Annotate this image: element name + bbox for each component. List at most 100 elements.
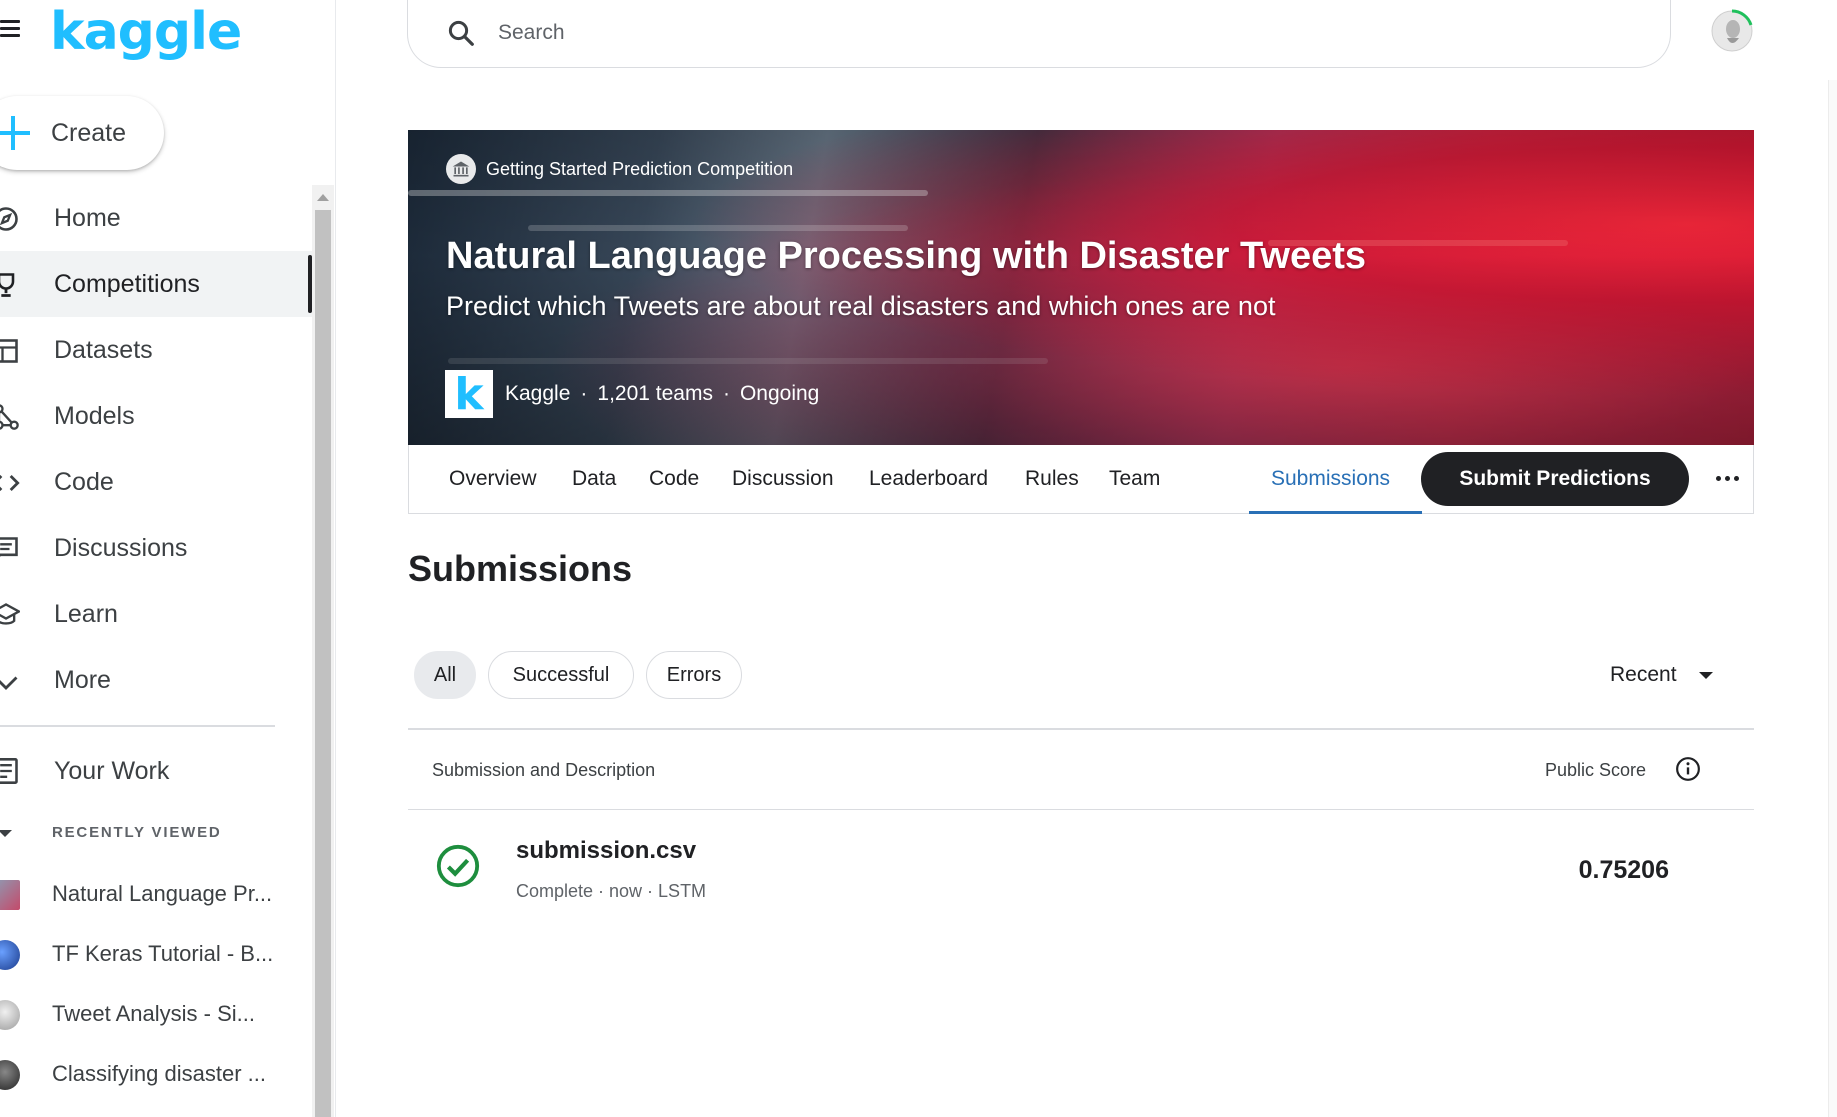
avatar [0,1000,20,1030]
host-logo[interactable]: k [445,369,493,420]
sidebar-item-home[interactable]: Home [0,185,312,251]
competition-type-label: Getting Started Prediction Competition [486,158,794,179]
filter-chip-all[interactable]: All [414,651,476,699]
competition-tabs: Overview Data Code Discussion Leaderboar… [408,445,1754,514]
tab-team[interactable]: Team [1109,445,1160,513]
avatar[interactable] [1709,8,1755,54]
sidebar-item-label: More [54,665,111,694]
column-header-submission: Submission and Description [432,760,656,780]
caret-down-icon [0,830,12,837]
separator: · [580,382,588,405]
table-header: Submission and Description Public Score [408,730,1754,810]
compass-icon [0,207,18,231]
sidebar-scrollbar[interactable] [312,185,334,1117]
recently-viewed-list: Natural Language Pr... TF Keras Tutorial… [0,864,300,1104]
recent-item[interactable]: Classifying disaster ... [0,1044,300,1104]
sidebar-item-more[interactable]: More [0,647,312,713]
menu-icon[interactable] [0,20,22,42]
check-circle-icon [436,844,480,888]
competition-status: Ongoing [739,382,820,405]
scroll-up-icon[interactable] [317,194,329,201]
recent-item[interactable]: Natural Language Pr... [0,864,300,924]
thumbnail-icon [0,940,20,970]
sidebar-item-discussions[interactable]: Discussions [0,515,312,581]
table-icon [0,339,18,363]
sidebar-nav: Home Competitions Datasets Models Code D… [0,185,312,713]
caret-down-icon [1698,671,1713,679]
host-name[interactable]: Kaggle [505,382,570,406]
scrollbar-thumb[interactable] [315,210,331,1117]
sidebar-item-learn[interactable]: Learn [0,581,312,647]
page-scrollbar[interactable] [1828,80,1837,1117]
recent-item-label: TF Keras Tutorial - B... [52,941,274,966]
competition-subtitle: Predict which Tweets are about real disa… [446,291,1276,321]
tab-rules[interactable]: Rules [1025,445,1079,513]
thumbnail-icon [0,880,20,910]
kaggle-logo[interactable]: kaggle [50,2,242,62]
sidebar-item-code[interactable]: Code [0,449,312,515]
competition-banner: Getting Started Prediction Competition N… [408,130,1754,445]
trophy-icon [0,273,15,297]
school-icon [0,603,20,625]
sidebar-item-your-work[interactable]: Your Work [0,738,300,804]
filter-chip-errors[interactable]: Errors [646,651,742,699]
sidebar-item-label: Datasets [54,335,153,364]
sort-label: Recent [1610,663,1677,686]
tab-overview[interactable]: Overview [449,445,537,513]
tab-leaderboard[interactable]: Leaderboard [869,445,988,513]
active-tab-indicator [1249,511,1422,514]
submission-filename[interactable]: submission.csv [516,837,696,865]
bank-icon [446,154,476,184]
sidebar-item-competitions[interactable]: Competitions [0,251,312,317]
column-header-public-score: Public Score [1544,760,1646,780]
sidebar-item-label: Code [54,467,114,496]
models-icon [0,404,19,430]
page-title: Submissions [408,548,633,589]
sidebar-item-label: Models [54,401,135,430]
search-input[interactable] [498,18,1598,48]
avatar [0,1060,20,1090]
recently-viewed-label: RECENTLY VIEWED [52,824,222,841]
competition-title: Natural Language Processing with Disaste… [446,235,1366,277]
recent-item-label: Classifying disaster ... [52,1061,266,1086]
search-icon [448,20,474,46]
create-label: Create [51,118,127,147]
competition-type: Getting Started Prediction Competition [446,154,793,184]
team-count: 1,201 teams [597,382,713,405]
filter-chip-successful[interactable]: Successful [488,651,634,699]
sidebar-item-label: Your Work [54,756,170,785]
create-button[interactable]: Create [0,96,164,170]
search-bar [407,0,1671,68]
code-icon [0,475,20,491]
sidebar: kaggle Create Home Competitions Datasets… [0,0,336,1117]
table-row: submission.csv Complete · now · LSTM 0.7… [408,811,1754,921]
separator: · [722,382,730,405]
recent-item[interactable]: Tweet Analysis - Si... [0,984,300,1044]
tab-data[interactable]: Data [572,445,616,513]
user-avatar-icon [1711,9,1753,52]
recent-item[interactable]: TF Keras Tutorial - B... [0,924,300,984]
sort-dropdown[interactable]: Recent [1610,658,1713,692]
sidebar-item-label: Learn [54,599,118,628]
competition-meta: k Kaggle · 1,201 teams · Ongoing [445,369,820,420]
sidebar-item-datasets[interactable]: Datasets [0,317,312,383]
more-options-icon[interactable] [1707,460,1747,496]
submission-meta: Complete · now · LSTM [516,881,707,901]
tab-discussion[interactable]: Discussion [732,445,834,513]
sidebar-divider [0,725,275,727]
recent-item-label: Natural Language Pr... [52,881,273,906]
recent-item-label: Tweet Analysis - Si... [52,1001,255,1026]
info-icon[interactable] [1675,756,1701,782]
sidebar-item-models[interactable]: Models [0,383,312,449]
plus-icon [0,110,36,156]
tab-submissions[interactable]: Submissions [1271,445,1390,513]
sidebar-item-label: Competitions [54,269,200,298]
submit-predictions-button[interactable]: Submit Predictions [1421,452,1689,506]
document-list-icon [0,758,18,784]
sidebar-item-label: Discussions [54,533,188,562]
tab-code[interactable]: Code [649,445,699,513]
sidebar-item-label: Home [54,203,121,232]
chevron-down-icon [0,676,18,690]
public-score: 0.75206 [1578,856,1669,884]
comment-icon [0,537,18,557]
